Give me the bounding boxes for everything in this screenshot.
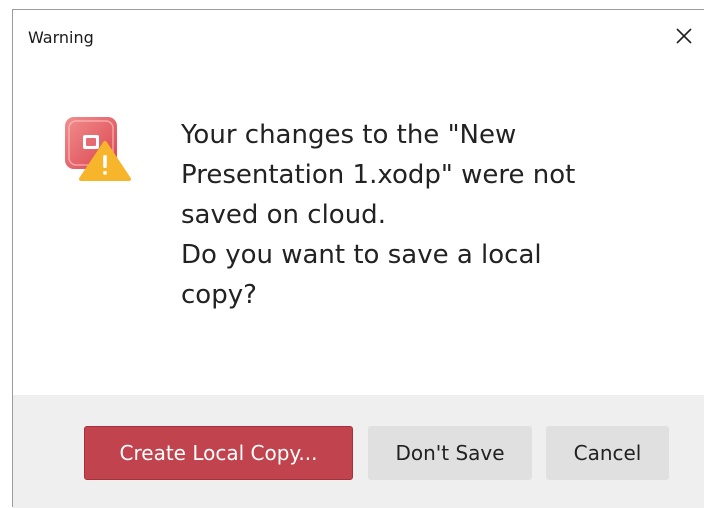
title-bar: Warning [13, 10, 704, 62]
close-icon [676, 28, 692, 44]
window-title: Warning [28, 28, 94, 47]
dialog-content: Your changes to the "New Presentation 1.… [13, 62, 704, 395]
presentation-warning-icon [65, 117, 133, 183]
warning-message: Your changes to the "New Presentation 1.… [181, 120, 576, 310]
button-bar: Create Local Copy... Don't Save Cancel [13, 395, 704, 508]
dont-save-button[interactable]: Don't Save [368, 426, 532, 480]
create-local-copy-button[interactable]: Create Local Copy... [84, 426, 353, 480]
warning-dialog: Warning Your changes to the "New Present… [12, 9, 704, 508]
cancel-button[interactable]: Cancel [546, 426, 669, 480]
close-button[interactable] [664, 10, 704, 62]
